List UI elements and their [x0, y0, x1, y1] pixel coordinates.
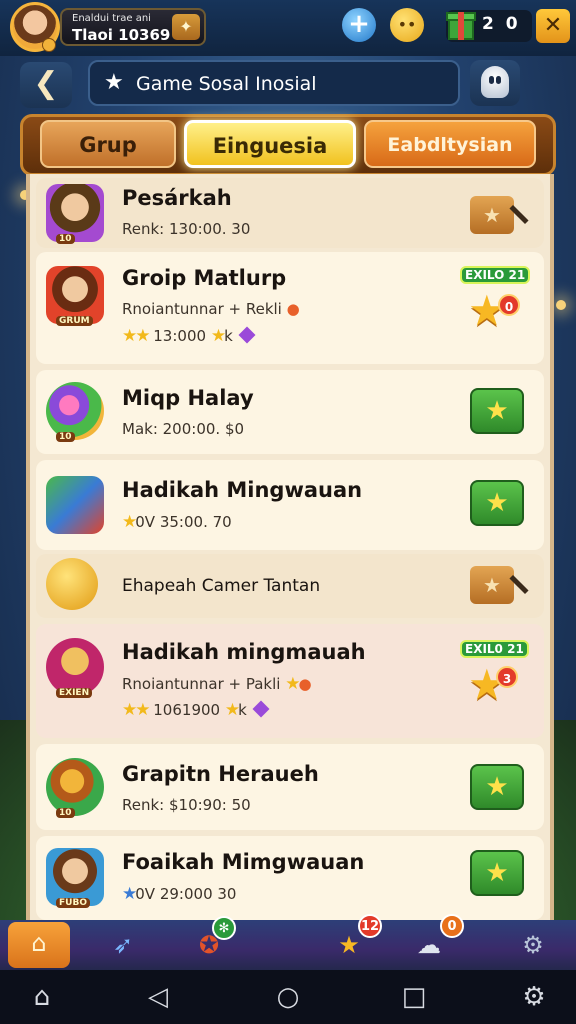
search-text: Game Sosal Inosial: [136, 73, 317, 95]
item-title: Grapitn Heraueh: [122, 762, 319, 786]
status-badge: EXIL0 21: [460, 640, 529, 658]
item-subtitle: ★0V 35:00. 70: [122, 512, 232, 532]
tab-grup[interactable]: Grup: [40, 120, 176, 168]
item-stats: ★★ 1061900 ★k: [122, 700, 270, 720]
tab-einguesia[interactable]: Einguesia: [184, 120, 356, 168]
avatar-icon: 10: [46, 184, 104, 244]
back-icon[interactable]: ◁: [138, 978, 178, 1016]
notification-badge: 0: [440, 914, 464, 938]
profile-subtitle: Enaldui trae ani: [72, 13, 151, 24]
game-nav-bar: [0, 920, 576, 970]
item-stats: ★★ 13:000 ★k: [122, 326, 256, 346]
play-button[interactable]: ★: [470, 480, 524, 526]
gift-icon[interactable]: [446, 4, 476, 40]
item-title: Groip Matlurp: [122, 266, 287, 290]
cube-icon: [46, 476, 104, 534]
emoji-icon[interactable]: ••: [390, 8, 424, 42]
tab-eabdltysian[interactable]: Eabdltysian: [364, 120, 536, 168]
coin-icon: [46, 558, 98, 610]
circle-icon[interactable]: ○: [268, 978, 308, 1016]
list-item[interactable]: GRUM Groip Matlurp Rnoiantunnar + Rekli …: [36, 252, 544, 364]
gear-icon[interactable]: ⚙: [510, 924, 556, 966]
ghost-button[interactable]: [470, 60, 520, 106]
avatar-level-badge: [42, 38, 56, 52]
notification-badge: 0: [498, 294, 520, 316]
play-button[interactable]: ★: [470, 388, 524, 434]
list-item[interactable]: Ehapeah Camer Tantan ★: [36, 554, 544, 618]
notification-badge: 12: [358, 914, 382, 938]
rocket-icon[interactable]: ➶: [100, 924, 146, 966]
avatar-icon: FUBO: [46, 848, 104, 908]
item-subtitle: Rnoiantunnar + Pakli ★●: [122, 674, 312, 694]
item-subtitle: Renk: $10:90: 50: [122, 796, 251, 814]
item-title: Hadikah Mingwauan: [122, 478, 363, 502]
ghost-icon: [481, 66, 509, 98]
home-icon[interactable]: ⌂: [8, 922, 70, 968]
list-item[interactable]: EXIEN Hadikah mingmauah Rnoiantunnar + P…: [36, 624, 544, 738]
square-icon[interactable]: □: [394, 978, 434, 1016]
item-subtitle: Renk: 130:00. 30: [122, 220, 251, 238]
background-lamp: [556, 300, 566, 310]
list-item[interactable]: FUBO Foaikah Mimgwauan ★0V 29:000 30 ★: [36, 836, 544, 920]
profile-card[interactable]: Enaldui trae ani Tlaoi 10369 ✦: [60, 8, 206, 46]
item-title: Ehapeah Camer Tantan: [122, 576, 321, 596]
home-icon[interactable]: ⌂: [22, 978, 62, 1016]
build-button[interactable]: ★: [470, 196, 514, 234]
list-panel: 10 Pesárkah Renk: 130:00. 30 ★ GRUM Groi…: [26, 174, 554, 920]
notification-badge: 3: [496, 666, 518, 688]
item-title: Pesárkah: [122, 186, 232, 210]
build-button[interactable]: ★: [470, 566, 514, 604]
list-item[interactable]: 10 Grapitn Heraueh Renk: $10:90: 50 ★: [36, 744, 544, 830]
badge-icon: EXIEN: [46, 638, 104, 698]
notification-badge: ✻: [212, 916, 236, 940]
candy-icon: 10: [46, 382, 104, 442]
profile-name: Tlaoi 10369: [72, 26, 171, 44]
resource-count: 2 0: [482, 14, 521, 34]
play-button[interactable]: ★: [470, 764, 524, 810]
close-button[interactable]: ✕: [536, 9, 570, 43]
avatar-icon: GRUM: [46, 266, 104, 326]
item-subtitle: ★0V 29:000 30: [122, 884, 237, 904]
item-subtitle: Mak: 200:00. $0: [122, 420, 245, 438]
status-badge: EXILO 21: [460, 266, 531, 284]
back-button[interactable]: ❮: [20, 62, 72, 108]
item-subtitle: Rnoiantunnar + Rekli ●: [122, 300, 300, 318]
puzzle-icon[interactable]: ✦: [172, 14, 200, 40]
list-item[interactable]: 10 Miqp Halay Mak: 200:00. $0 ★: [36, 370, 544, 454]
item-title: Miqp Halay: [122, 386, 254, 410]
game-icon: 10: [46, 758, 104, 818]
play-button[interactable]: ★: [470, 850, 524, 896]
gear-icon[interactable]: ⚙: [514, 978, 554, 1016]
item-title: Foaikah Mimgwauan: [122, 850, 365, 874]
add-button[interactable]: +: [342, 8, 376, 42]
item-title: Hadikah mingmauah: [122, 640, 366, 664]
list-item[interactable]: 10 Pesárkah Renk: 130:00. 30 ★: [36, 178, 544, 248]
search-bar[interactable]: ★ Game Sosal Inosial: [88, 60, 460, 106]
list-item[interactable]: Hadikah Mingwauan ★0V 35:00. 70 ★: [36, 460, 544, 550]
star-icon: ★: [104, 70, 124, 95]
